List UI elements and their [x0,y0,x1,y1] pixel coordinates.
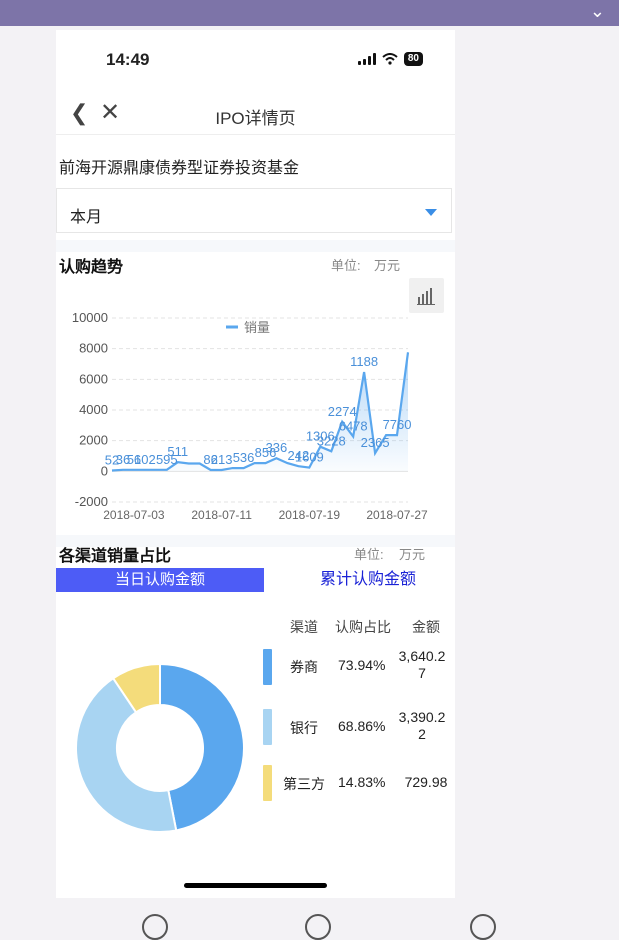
legend-color-broker [263,649,272,685]
toolbar-icon[interactable] [305,914,331,940]
x-tick-label: 2018-07-27 [366,508,428,522]
battery-icon: 80 [403,52,423,66]
home-indicator[interactable] [184,883,327,888]
y-tick-label: 4000 [79,402,108,417]
trend-chart: 1000080006000400020000-2000销量523656102 59… [72,310,428,522]
x-tick-label: 2018-07-19 [279,508,341,522]
y-tick-label: -2000 [75,494,108,509]
status-time: 14:49 [106,50,150,69]
trend-unit-label: 单位: [331,258,361,273]
nav-bar: ❮ ✕ IPO详情页 [56,94,455,135]
y-tick-label: 2000 [79,433,108,448]
chart-type-toggle[interactable] [409,278,444,313]
channel-donut-chart [75,662,245,833]
section-divider [56,240,455,252]
header-channel: 渠道 [290,619,318,635]
y-tick-label: 6000 [79,371,108,386]
wifi-icon [382,53,398,65]
channel-unit-value: 万元 [399,547,426,562]
period-select[interactable]: 本月 [56,188,452,233]
row-amount-bank: 3,390.22 [398,709,446,742]
legend-label: 销量 [244,320,270,335]
status-bar: 14:49 80 [56,30,455,90]
row-amount-broker: 3,640.27 [398,648,446,681]
signal-icon [357,53,376,65]
x-tick-label: 2018-07-03 [103,508,165,522]
toolbar-icon[interactable] [142,914,168,940]
data-label: 1609 [295,450,324,465]
data-label: 102 [134,452,156,467]
data-label: 511 [167,444,188,459]
pie-slice-券商 [159,662,245,832]
row-ratio-third-party: 14.83% [338,774,386,790]
legend-color-third-party [263,765,272,801]
data-label: 536 [233,450,255,465]
toolbar-icon[interactable] [470,914,496,940]
tab-cumulative-amount[interactable]: 累计认购金额 [288,568,448,592]
y-tick-label: 8000 [79,341,108,356]
data-label: 336 [266,440,288,455]
y-tick-label: 10000 [72,310,108,325]
data-label: 2274 [328,404,357,419]
data-label: 6478 [339,418,368,433]
row-ratio-bank: 68.86% [338,718,386,734]
row-name-broker: 券商 [290,659,318,675]
channel-unit-label: 单位: [354,547,384,562]
bottom-toolbar [0,910,619,940]
header-amount: 金额 [412,619,440,635]
header-ratio: 认购占比 [335,619,391,635]
chevron-down-icon[interactable]: ⌄ [590,2,605,20]
channel-title: 各渠道销量占比 [59,548,172,565]
caret-down-icon [425,209,437,216]
page-title: IPO详情页 [215,109,296,128]
row-name-third-party: 第三方 [283,776,325,792]
status-icons: 80 [357,52,423,66]
data-label: 213 [211,452,233,467]
trend-unit-value: 万元 [374,258,401,273]
fund-name: 前海开源鼎康债券型证券投资基金 [59,160,300,177]
bar-chart-icon [417,288,435,305]
legend-color-bank [263,709,272,745]
x-tick-label: 2018-07-11 [191,508,252,522]
phone-screen: 14:49 80 ❮ ✕ IPO详情页 前海开源鼎康债券型证券投资基金 本月 认… [56,30,455,898]
tab-daily-amount[interactable]: 当日认购金额 [56,568,264,592]
row-name-bank: 银行 [290,720,318,736]
row-ratio-broker: 73.94% [338,657,386,673]
app-top-bar: ⌄ [0,0,619,26]
data-label: 7760 [383,417,412,432]
period-select-value: 本月 [70,209,103,226]
data-label: 2365 [361,435,390,450]
row-amount-third-party: 729.98 [404,774,448,790]
data-label: 3228 [317,433,346,448]
data-label: 1188 [350,354,378,369]
trend-title: 认购趋势 [59,259,124,276]
